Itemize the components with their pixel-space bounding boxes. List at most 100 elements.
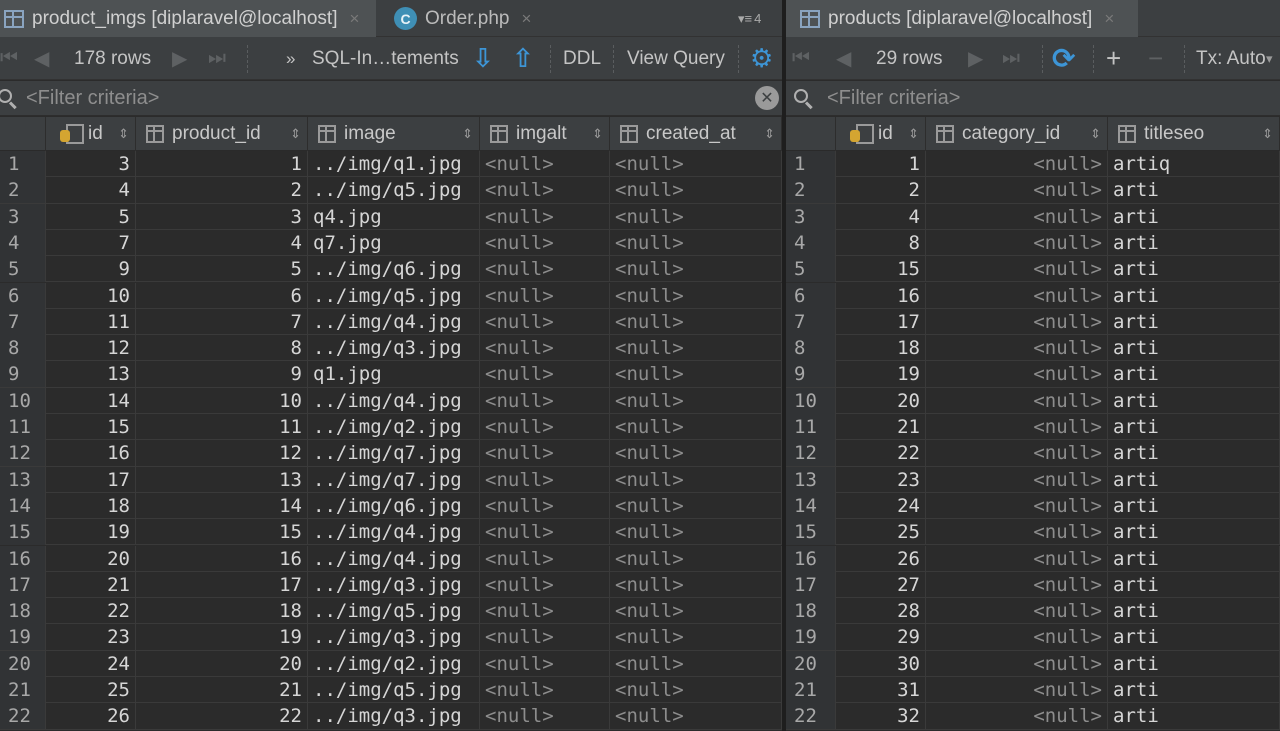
cell-created-at[interactable]: <null> [610,387,782,414]
filter-criteria-input[interactable]: <Filter criteria> [26,81,159,116]
cell-id[interactable]: 11 [46,308,136,335]
cell-titleseo[interactable]: arti [1108,282,1280,309]
cell-id[interactable]: 18 [836,335,926,362]
sort-icon[interactable]: ⇕ [908,126,919,142]
cell-titleseo[interactable]: artiq [1108,151,1280,177]
cell-titleseo[interactable]: arti [1108,387,1280,414]
cell-image[interactable]: q4.jpg [308,203,480,230]
cell-titleseo[interactable]: arti [1108,203,1280,230]
cell-imgalt[interactable]: <null> [480,466,610,493]
cell-id[interactable]: 32 [836,703,926,730]
cell-category-id[interactable]: <null> [926,545,1108,572]
cell-id[interactable]: 4 [46,177,136,204]
cell-created-at[interactable]: <null> [610,203,782,230]
cell-image[interactable]: ../img/q7.jpg [308,440,480,467]
sort-icon[interactable]: ⇕ [290,126,301,142]
cell-imgalt[interactable]: <null> [480,598,610,625]
table-row[interactable]: 12 16 12 ../img/q7.jpg <null> <null> [0,440,782,467]
cell-imgalt[interactable]: <null> [480,282,610,309]
table-row[interactable]: 10 20 <null> arti [786,387,1280,414]
cell-image[interactable]: ../img/q5.jpg [308,598,480,625]
cell-titleseo[interactable]: arti [1108,414,1280,440]
cell-imgalt[interactable]: <null> [480,677,610,703]
cell-product-id[interactable]: 7 [136,308,308,335]
cell-id[interactable]: 28 [836,598,926,625]
view-query-button[interactable]: View Query [627,37,725,80]
cell-product-id[interactable]: 17 [136,571,308,598]
cell-titleseo[interactable]: arti [1108,650,1280,677]
cell-id[interactable]: 19 [46,519,136,546]
cell-image[interactable]: ../img/q1.jpg [308,151,480,177]
export-icon[interactable]: ⇩ [472,37,494,80]
cell-created-at[interactable]: <null> [610,624,782,651]
cell-id[interactable]: 27 [836,571,926,598]
cell-titleseo[interactable]: arti [1108,466,1280,493]
sort-icon[interactable]: ⇕ [1090,126,1101,142]
search-icon[interactable] [792,87,814,110]
sort-icon[interactable]: ⇕ [1262,126,1273,142]
cell-created-at[interactable]: <null> [610,335,782,362]
sort-icon[interactable]: ⇕ [462,126,473,142]
cell-id[interactable]: 7 [46,229,136,256]
cell-created-at[interactable]: <null> [610,519,782,546]
cell-imgalt[interactable]: <null> [480,519,610,546]
table-row[interactable]: 7 17 <null> arti [786,308,1280,336]
cell-id[interactable]: 23 [836,466,926,493]
cell-created-at[interactable]: <null> [610,677,782,703]
table-row[interactable]: 1 3 1 ../img/q1.jpg <null> <null> [0,151,782,178]
cell-product-id[interactable]: 16 [136,545,308,572]
cell-category-id[interactable]: <null> [926,361,1108,388]
table-row[interactable]: 19 29 <null> arti [786,624,1280,651]
nav-first-icon[interactable]: ⏮ [792,37,810,80]
cell-category-id[interactable]: <null> [926,229,1108,256]
table-row[interactable]: 9 13 9 q1.jpg <null> <null> [0,361,782,388]
cell-created-at[interactable]: <null> [610,598,782,625]
cell-product-id[interactable]: 15 [136,519,308,546]
cell-imgalt[interactable]: <null> [480,650,610,677]
cell-image[interactable]: ../img/q3.jpg [308,624,480,651]
table-row[interactable]: 8 12 8 ../img/q3.jpg <null> <null> [0,335,782,362]
cell-category-id[interactable]: <null> [926,703,1108,730]
cell-created-at[interactable]: <null> [610,229,782,256]
cell-product-id[interactable]: 8 [136,335,308,362]
cell-titleseo[interactable]: arti [1108,677,1280,703]
cell-id[interactable]: 23 [46,624,136,651]
cell-category-id[interactable]: <null> [926,335,1108,362]
cell-titleseo[interactable]: arti [1108,440,1280,467]
tab-products[interactable]: products [diplaravel@localhost] × [786,0,1138,37]
cell-category-id[interactable]: <null> [926,151,1108,177]
cell-titleseo[interactable]: arti [1108,624,1280,651]
cell-created-at[interactable]: <null> [610,151,782,177]
cell-id[interactable]: 14 [46,387,136,414]
table-row[interactable]: 6 16 <null> arti [786,282,1280,309]
cell-titleseo[interactable]: arti [1108,256,1280,283]
cell-titleseo[interactable]: arti [1108,229,1280,256]
search-icon[interactable] [0,87,18,110]
cell-imgalt[interactable]: <null> [480,203,610,230]
chevron-down-icon[interactable]: ▾ [1266,37,1273,80]
tab-product-imgs[interactable]: product_imgs [diplaravel@localhost] × [0,0,376,37]
cell-product-id[interactable]: 4 [136,229,308,256]
cell-imgalt[interactable]: <null> [480,229,610,256]
cell-image[interactable]: ../img/q3.jpg [308,703,480,730]
cell-product-id[interactable]: 6 [136,282,308,309]
cell-image[interactable]: ../img/q5.jpg [308,677,480,703]
table-row[interactable]: 17 27 <null> arti [786,571,1280,599]
cell-image[interactable]: ../img/q4.jpg [308,308,480,335]
cell-created-at[interactable]: <null> [610,492,782,519]
cell-category-id[interactable]: <null> [926,519,1108,546]
cell-id[interactable]: 20 [836,387,926,414]
table-row[interactable]: 1 1 <null> artiq [786,151,1280,178]
table-row[interactable]: 4 7 4 q7.jpg <null> <null> [0,229,782,257]
cell-category-id[interactable]: <null> [926,308,1108,335]
cell-category-id[interactable]: <null> [926,440,1108,467]
cell-imgalt[interactable]: <null> [480,440,610,467]
cell-imgalt[interactable]: <null> [480,492,610,519]
cell-image[interactable]: ../img/q7.jpg [308,466,480,493]
cell-product-id[interactable]: 22 [136,703,308,730]
table-row[interactable]: 15 19 15 ../img/q4.jpg <null> <null> [0,519,782,546]
cell-id[interactable]: 10 [46,282,136,309]
cell-id[interactable]: 22 [46,598,136,625]
cell-titleseo[interactable]: arti [1108,308,1280,335]
cell-titleseo[interactable]: arti [1108,492,1280,519]
